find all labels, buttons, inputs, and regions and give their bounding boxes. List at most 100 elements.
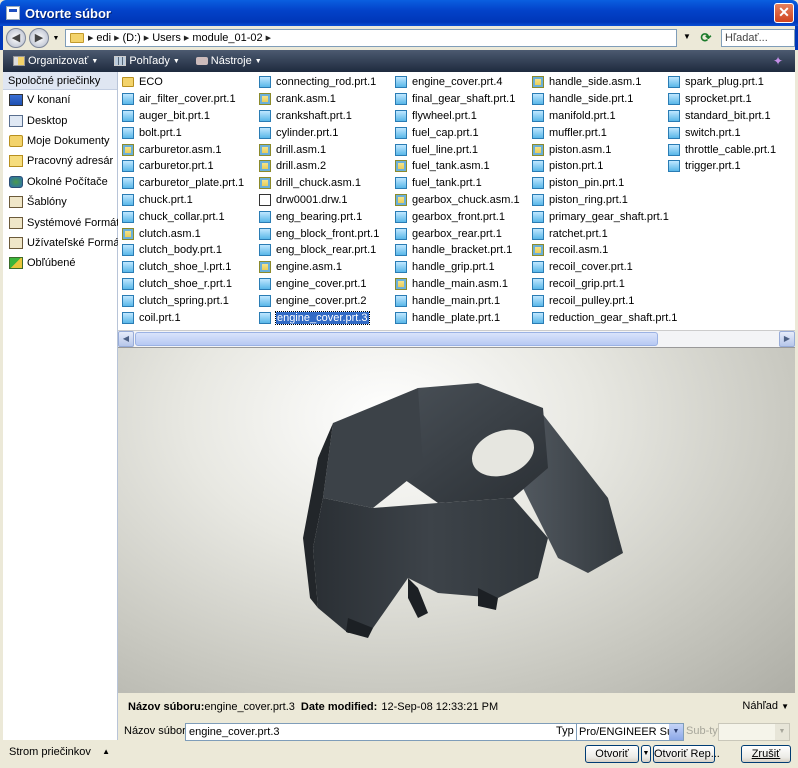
file-item[interactable]: standard_bit.prt.1 xyxy=(668,108,776,125)
sidebar-item-network[interactable]: Okolné Počítače xyxy=(3,172,117,192)
sidebar-item-my-documents[interactable]: Moje Dokumenty xyxy=(3,131,117,151)
file-item[interactable]: air_filter_cover.prt.1 xyxy=(122,91,244,108)
sidebar-item-in-session[interactable]: V konaní xyxy=(3,90,117,110)
file-item[interactable]: manifold.prt.1 xyxy=(532,108,677,125)
sidebar-item-templates[interactable]: Šablóny xyxy=(3,192,117,212)
file-item[interactable]: handle_plate.prt.1 xyxy=(395,309,520,326)
file-item[interactable]: crank.asm.1 xyxy=(259,91,379,108)
file-item[interactable]: clutch_shoe_l.prt.1 xyxy=(122,259,244,276)
scroll-thumb[interactable] xyxy=(135,332,658,346)
file-item[interactable]: eng_block_front.prt.1 xyxy=(259,225,379,242)
file-item[interactable]: gearbox_chuck.asm.1 xyxy=(395,192,520,209)
file-item[interactable]: gearbox_front.prt.1 xyxy=(395,208,520,225)
scroll-right-button[interactable]: ▶ xyxy=(779,331,795,347)
file-item[interactable]: clutch_spring.prt.1 xyxy=(122,292,244,309)
file-item[interactable]: primary_gear_shaft.prt.1 xyxy=(532,208,677,225)
file-item[interactable]: handle_grip.prt.1 xyxy=(395,259,520,276)
file-item[interactable]: handle_side.prt.1 xyxy=(532,91,677,108)
sidebar-item-system-formats[interactable]: Systémové Formáty xyxy=(3,212,125,232)
file-item[interactable]: clutch.asm.1 xyxy=(122,225,244,242)
file-item[interactable]: drill.asm.1 xyxy=(259,141,379,158)
file-item[interactable]: recoil_cover.prt.1 xyxy=(532,259,677,276)
file-item[interactable]: cylinder.prt.1 xyxy=(259,124,379,141)
file-item[interactable]: throttle_cable.prt.1 xyxy=(668,141,776,158)
sidebar-item-favorites[interactable]: Obľúbené xyxy=(3,253,117,273)
folder-tree-toggle[interactable]: Strom priečinkov ▲ xyxy=(3,740,118,764)
file-item[interactable]: trigger.prt.1 xyxy=(668,158,776,175)
file-item[interactable]: drill_chuck.asm.1 xyxy=(259,175,379,192)
type-select[interactable]: Pro/ENGINEER Súbory ▼ xyxy=(576,723,684,741)
breadcrumb-item[interactable]: Users xyxy=(152,32,181,44)
file-item[interactable]: flywheel.prt.1 xyxy=(395,108,520,125)
open-rep-button[interactable]: Otvoriť Rep... xyxy=(653,745,720,763)
file-item[interactable]: ECO xyxy=(122,74,244,91)
file-item[interactable]: piston_pin.prt.1 xyxy=(532,175,677,192)
sidebar-item-user-formats[interactable]: Užívateľské Formáty xyxy=(3,233,128,253)
back-button[interactable]: ◀ xyxy=(6,28,26,48)
history-dropdown[interactable]: ▼ xyxy=(51,35,61,42)
file-item[interactable]: fuel_cap.prt.1 xyxy=(395,124,520,141)
file-item[interactable]: drw0001.drw.1 xyxy=(259,192,379,209)
file-item[interactable]: reduction_gear_shaft.prt.1 xyxy=(532,309,677,326)
file-item[interactable]: engine_cover.prt.1 xyxy=(259,276,379,293)
tools-menu[interactable]: Nástroje ▼ xyxy=(195,55,262,67)
search-input[interactable]: Hľadať... xyxy=(721,29,795,47)
file-item[interactable]: recoil_grip.prt.1 xyxy=(532,276,677,293)
file-item[interactable]: eng_bearing.prt.1 xyxy=(259,208,379,225)
file-item[interactable]: engine.asm.1 xyxy=(259,259,379,276)
file-item[interactable]: recoil.asm.1 xyxy=(532,242,677,259)
file-item[interactable]: coil.prt.1 xyxy=(122,309,244,326)
file-item[interactable]: piston.asm.1 xyxy=(532,141,677,158)
file-item[interactable]: carburetor.prt.1 xyxy=(122,158,244,175)
views-menu[interactable]: Pohľady ▼ xyxy=(114,55,180,67)
file-item[interactable]: final_gear_shaft.prt.1 xyxy=(395,91,520,108)
file-item[interactable]: handle_bracket.prt.1 xyxy=(395,242,520,259)
file-item[interactable]: clutch_shoe_r.prt.1 xyxy=(122,276,244,293)
file-item[interactable]: engine_cover.prt.4 xyxy=(395,74,520,91)
open-button[interactable]: Otvoriť xyxy=(585,745,639,763)
file-list[interactable]: ECO air_filter_cover.prt.1 auger_bit.prt.1… xyxy=(118,72,795,330)
file-item[interactable]: piston.prt.1 xyxy=(532,158,677,175)
scroll-left-button[interactable]: ◀ xyxy=(118,331,134,347)
open-options-button[interactable]: ▼ xyxy=(641,745,651,763)
file-item[interactable]: engine_cover.prt.3 xyxy=(259,309,379,326)
file-item[interactable]: drill.asm.2 xyxy=(259,158,379,175)
file-item[interactable]: handle_main.asm.1 xyxy=(395,276,520,293)
file-item[interactable]: connecting_rod.prt.1 xyxy=(259,74,379,91)
file-item[interactable]: auger_bit.prt.1 xyxy=(122,108,244,125)
forward-button[interactable]: ▶ xyxy=(29,28,49,48)
cancel-button[interactable]: Zrušiť xyxy=(741,745,791,763)
file-item[interactable]: fuel_line.prt.1 xyxy=(395,141,520,158)
breadcrumb-item[interactable]: module_01-02 xyxy=(192,32,262,44)
breadcrumb-item[interactable]: edi xyxy=(96,32,111,44)
sidebar-item-desktop[interactable]: Desktop xyxy=(3,110,117,130)
organize-menu[interactable]: Organizovať ▼ xyxy=(13,55,98,67)
file-item[interactable]: chuck.prt.1 xyxy=(122,192,244,209)
file-item[interactable]: eng_block_rear.prt.1 xyxy=(259,242,379,259)
file-item[interactable]: sprocket.prt.1 xyxy=(668,91,776,108)
file-item[interactable]: fuel_tank.asm.1 xyxy=(395,158,520,175)
file-item[interactable]: handle_main.prt.1 xyxy=(395,292,520,309)
close-button[interactable]: ✕ xyxy=(774,3,794,23)
model-preview[interactable] xyxy=(118,347,795,693)
refresh-icon[interactable]: ⟳ xyxy=(697,30,715,46)
breadcrumb[interactable]: ▶ edi ▶ (D:) ▶ Users ▶ module_01-02 ▶ xyxy=(65,29,677,47)
sidebar-item-working-directory[interactable]: Pracovný adresár xyxy=(3,151,117,171)
address-dropdown-button[interactable]: ▼ xyxy=(683,32,691,41)
title-bar[interactable]: Otvorte súbor ✕ xyxy=(0,0,798,26)
file-item[interactable]: clutch_body.prt.1 xyxy=(122,242,244,259)
file-item[interactable]: muffler.prt.1 xyxy=(532,124,677,141)
file-item[interactable]: carburetor.asm.1 xyxy=(122,141,244,158)
file-item[interactable]: carburetor_plate.prt.1 xyxy=(122,175,244,192)
preview-toggle[interactable]: Náhľad ▼ xyxy=(742,700,789,712)
file-item[interactable]: chuck_collar.prt.1 xyxy=(122,208,244,225)
file-item[interactable]: ratchet.prt.1 xyxy=(532,225,677,242)
file-item[interactable]: handle_side.asm.1 xyxy=(532,74,677,91)
file-item[interactable]: fuel_tank.prt.1 xyxy=(395,175,520,192)
file-item[interactable]: bolt.prt.1 xyxy=(122,124,244,141)
help-icon[interactable]: ✦ xyxy=(773,54,787,68)
file-item[interactable]: spark_plug.prt.1 xyxy=(668,74,776,91)
file-item[interactable]: gearbox_rear.prt.1 xyxy=(395,225,520,242)
file-item[interactable]: recoil_pulley.prt.1 xyxy=(532,292,677,309)
file-item[interactable]: piston_ring.prt.1 xyxy=(532,192,677,209)
